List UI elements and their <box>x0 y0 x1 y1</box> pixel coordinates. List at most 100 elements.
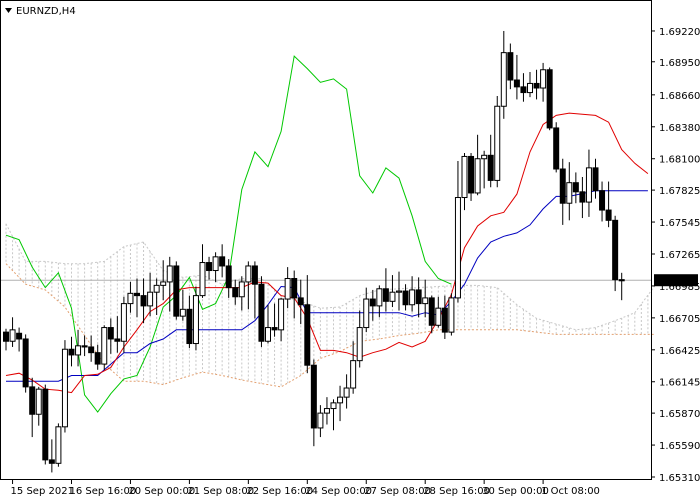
candle-body <box>81 345 88 348</box>
candle <box>22 334 29 393</box>
candle-body <box>559 168 566 204</box>
price-tick-label: 1.68100 <box>659 155 700 166</box>
candle-body <box>546 69 553 129</box>
candle-body <box>160 281 167 286</box>
candle-body <box>68 348 75 356</box>
candle-body <box>323 408 330 414</box>
candle-body <box>179 308 186 317</box>
candle-body <box>520 86 527 94</box>
candle-body <box>527 82 533 94</box>
price-tick-label: 1.68660 <box>659 91 700 102</box>
candle-body <box>468 155 475 194</box>
price-tick-label: 1.67825 <box>659 186 700 197</box>
symbol-title: EURNZD,H4 <box>5 6 76 17</box>
candle <box>448 293 455 336</box>
candle-body <box>127 292 134 305</box>
current-price-tag: 1.67035 <box>654 274 698 287</box>
time-tick-label: 22 Sep 16:00 <box>246 486 313 497</box>
candle <box>553 122 560 173</box>
candle-body <box>618 279 625 282</box>
candle <box>612 215 619 292</box>
time-tick-label: 27 Sep 08:00 <box>364 486 431 497</box>
candle-body <box>310 364 317 429</box>
price-chart[interactable]: 1.69220 1.68950 1.68660 1.68380 1.68100 1.678… <box>0 0 700 500</box>
price-tick-label: 1.68380 <box>659 123 700 134</box>
candle-body <box>245 265 252 283</box>
candle-body <box>219 256 226 267</box>
candle-body <box>599 190 606 211</box>
candle-body <box>435 307 442 326</box>
chart-background <box>0 0 700 500</box>
candle <box>42 384 49 465</box>
price-tick-label: 1.67545 <box>659 218 700 229</box>
candle-body <box>500 52 507 107</box>
candle-body <box>454 197 461 299</box>
candle-body <box>192 295 199 345</box>
candle <box>173 261 180 320</box>
candle-body <box>494 105 501 181</box>
candle-body <box>94 352 101 365</box>
candle-body <box>29 386 36 415</box>
candle-body <box>140 295 147 307</box>
time-tick-label: 21 Sep 08:00 <box>187 486 254 497</box>
time-tick-label: 20 Sep 00:00 <box>128 486 195 497</box>
time-tick-label: 16 Sep 16:00 <box>70 486 137 497</box>
candle-body <box>572 182 579 193</box>
price-tick-label: 1.67265 <box>659 250 700 261</box>
candle-body <box>304 304 311 366</box>
price-tick-label: 1.66145 <box>659 378 700 389</box>
candle-body <box>284 278 291 300</box>
candle-body <box>474 158 481 194</box>
candle-body <box>422 297 429 305</box>
candle-body <box>75 345 82 356</box>
candle-body <box>540 69 547 89</box>
candle-body <box>343 387 350 398</box>
price-axis[interactable]: 1.69220 1.68950 1.68660 1.68380 1.68100 1.678… <box>651 27 700 484</box>
price-tick-label: 1.69220 <box>659 27 700 38</box>
candle-body <box>147 291 154 307</box>
candle-body <box>134 292 140 297</box>
candle-body <box>513 79 520 88</box>
candle-body <box>585 167 592 203</box>
candle-body <box>153 284 160 293</box>
candle-body <box>566 182 573 204</box>
candle-body <box>369 298 376 307</box>
candle-body <box>238 281 245 298</box>
candle-body <box>42 388 49 461</box>
candle-body <box>507 52 514 81</box>
candle-body <box>271 327 278 331</box>
price-tick-label: 1.66425 <box>659 346 700 357</box>
candle-body <box>409 289 416 306</box>
candle-body <box>481 154 488 160</box>
candle-body <box>120 303 127 342</box>
candle-body <box>9 329 16 342</box>
candle-body <box>592 167 599 192</box>
candle-body <box>382 288 389 302</box>
candle-body <box>88 346 95 354</box>
candle-body <box>16 332 23 340</box>
candle-body <box>363 298 370 329</box>
price-tick-label: 1.68950 <box>659 58 700 69</box>
candle-body <box>166 265 173 283</box>
candle-body <box>297 297 304 306</box>
candle-body <box>278 298 285 331</box>
candle-body <box>487 154 494 181</box>
candle-body <box>265 327 271 342</box>
candle-body <box>533 82 540 89</box>
current-price-label: 1.67035 <box>656 276 697 287</box>
candle-body <box>337 396 344 404</box>
candle-body <box>55 426 62 464</box>
candle-body <box>61 348 68 428</box>
candle-body <box>317 412 324 429</box>
candle-body <box>173 265 180 317</box>
time-tick-label: 1 Oct 08:00 <box>541 486 600 497</box>
candle-body <box>3 331 9 342</box>
candle-body <box>553 127 560 170</box>
symbol-timeframe: EURNZD,H4 <box>16 6 76 17</box>
candle-body <box>251 265 258 285</box>
time-tick-label: 15 Sep 2021 <box>11 486 74 497</box>
candle-body <box>605 209 612 221</box>
candle-body <box>441 307 448 333</box>
candle-body <box>376 288 383 307</box>
time-tick-label: 28 Sep 16:00 <box>423 486 490 497</box>
